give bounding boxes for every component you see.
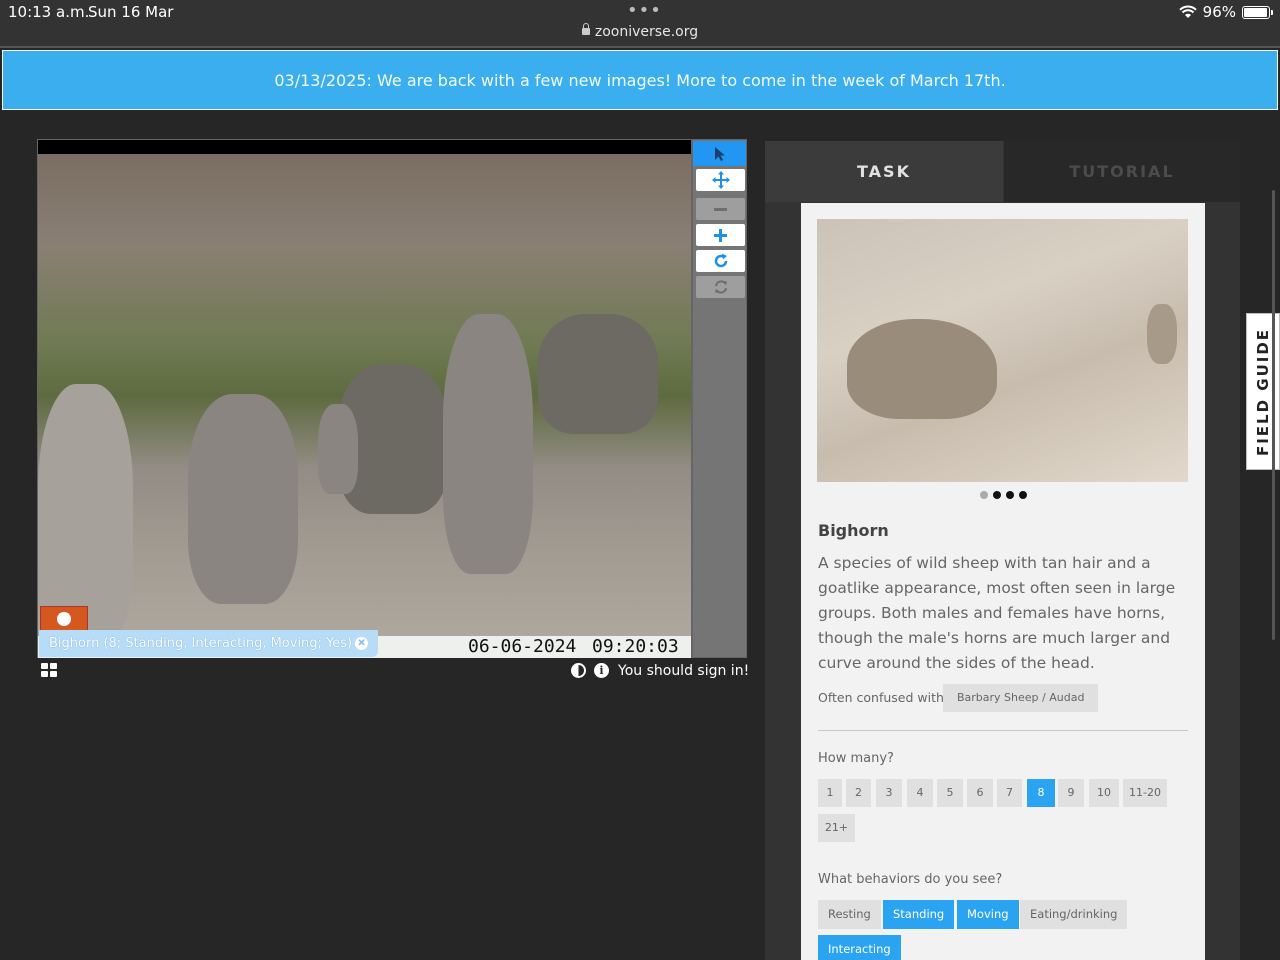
- camera-time-stamp: 09:20:03: [592, 636, 679, 657]
- reset-view-button[interactable]: [696, 276, 745, 298]
- count-option-7[interactable]: 7: [997, 779, 1022, 807]
- sheep-figure: [538, 314, 658, 434]
- count-option-9[interactable]: 9: [1058, 779, 1084, 807]
- bighorn-lamb-figure: [1147, 304, 1177, 364]
- viewer-toolbar: [692, 139, 747, 658]
- count-option-5[interactable]: 5: [937, 779, 963, 807]
- annotation-text: Bighorn (8; Standing, Interacting, Movin…: [49, 636, 353, 651]
- status-time: 10:13 a.m.: [8, 3, 90, 21]
- pointer-icon: [714, 146, 725, 161]
- image-carousel-dots: [980, 491, 1027, 499]
- wifi-icon: [1178, 5, 1197, 18]
- battery-fill: [1244, 7, 1268, 17]
- camera-date-stamp: 06-06-2024: [468, 636, 577, 657]
- contrast-icon[interactable]: [571, 663, 586, 678]
- multitasking-dots-icon[interactable]: •••: [627, 0, 662, 21]
- how-many-question: How many?: [818, 751, 894, 766]
- count-option-11-20[interactable]: 11-20: [1123, 779, 1167, 807]
- count-option-4[interactable]: 4: [907, 779, 933, 807]
- status-date: Sun 16 Mar: [88, 3, 174, 21]
- sheep-figure: [443, 314, 533, 574]
- count-option-21+[interactable]: 21+: [818, 814, 855, 842]
- battery-percent: 96%: [1202, 3, 1236, 21]
- move-tool-button[interactable]: [696, 169, 745, 191]
- count-option-10[interactable]: 10: [1089, 779, 1119, 807]
- count-option-2[interactable]: 2: [846, 779, 871, 807]
- sheep-figure: [38, 384, 133, 644]
- carousel-dot[interactable]: [980, 491, 988, 499]
- annotation-label[interactable]: Bighorn (8; Standing, Interacting, Movin…: [39, 630, 379, 657]
- field-guide-label: FIELD GUIDE: [1254, 327, 1273, 456]
- behavior-option-resting[interactable]: Resting: [818, 900, 881, 929]
- status-bar: 10:13 a.m. Sun 16 Mar ••• zooniverse.org…: [0, 0, 1280, 48]
- behavior-option-eating-drinking[interactable]: Eating/drinking: [1020, 900, 1128, 929]
- species-name: Bighorn: [818, 521, 889, 540]
- behavior-option-standing[interactable]: Standing: [883, 900, 955, 929]
- rotate-button[interactable]: [696, 250, 745, 272]
- bighorn-figure: [847, 319, 997, 419]
- rotate-icon: [714, 253, 727, 268]
- behavior-option-moving[interactable]: Moving: [957, 900, 1019, 929]
- behavior-option-interacting[interactable]: Interacting: [818, 935, 901, 960]
- tab-tutorial[interactable]: TUTORIAL: [1004, 141, 1240, 202]
- battery-icon: [1242, 5, 1273, 19]
- pointer-tool-button[interactable]: [693, 141, 746, 166]
- divider: [818, 730, 1188, 731]
- confused-with-label: Often confused with: [818, 690, 944, 705]
- sheep-figure: [318, 404, 358, 494]
- confused-with-chip[interactable]: Barbary Sheep / Audad: [943, 684, 1099, 712]
- zoom-out-button[interactable]: [696, 198, 745, 220]
- count-option-3[interactable]: 3: [876, 779, 902, 807]
- info-icon[interactable]: i: [594, 663, 609, 678]
- behaviors-question: What behaviors do you see?: [818, 872, 1003, 887]
- species-card: Bighorn A species of wild sheep with tan…: [801, 203, 1205, 960]
- count-option-1[interactable]: 1: [818, 779, 842, 807]
- subject-image[interactable]: 06-06-2024 09:20:03: [38, 154, 691, 658]
- carousel-dot[interactable]: [1019, 491, 1027, 499]
- status-indicators: 96%: [1178, 3, 1273, 21]
- species-example-image: [817, 219, 1188, 482]
- reset-icon: [714, 280, 727, 294]
- carousel-dot[interactable]: [993, 491, 1001, 499]
- move-icon: [711, 171, 730, 189]
- remove-annotation-icon[interactable]: ✕: [355, 637, 369, 650]
- lock-icon: [581, 23, 590, 35]
- carousel-dot[interactable]: [1006, 491, 1014, 499]
- sheep-figure: [188, 394, 298, 604]
- page-scrollbar[interactable]: [1272, 190, 1275, 640]
- species-description: A species of wild sheep with tan hair an…: [818, 554, 1176, 672]
- announcement-banner: 03/13/2025: We are back with a few new i…: [2, 50, 1278, 110]
- announcement-text: 03/13/2025: We are back with a few new i…: [274, 70, 1006, 90]
- zoom-in-icon: [714, 228, 727, 242]
- count-option-8[interactable]: 8: [1027, 779, 1055, 807]
- tab-task[interactable]: TASK: [765, 141, 1003, 202]
- subject-viewer[interactable]: 06-06-2024 09:20:03 Bighorn (8; Standing…: [37, 139, 692, 658]
- signin-message[interactable]: You should sign in!: [618, 663, 749, 679]
- url-text: zooniverse.org: [594, 24, 699, 40]
- count-option-6[interactable]: 6: [967, 779, 993, 807]
- zoom-in-button[interactable]: [696, 224, 745, 246]
- zoom-out-icon: [714, 207, 727, 211]
- grid-view-icon[interactable]: [41, 663, 58, 677]
- url-bar[interactable]: zooniverse.org: [0, 23, 1280, 40]
